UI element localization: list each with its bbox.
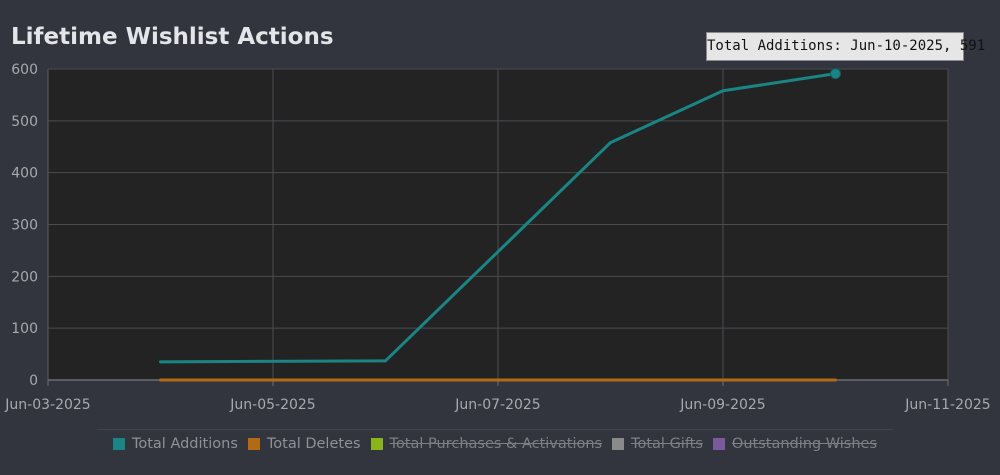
legend-swatch bbox=[712, 438, 725, 450]
legend-swatch bbox=[612, 438, 625, 450]
y-tick-label: 400 bbox=[11, 166, 38, 182]
x-tick-label: Jun-05-2025 bbox=[229, 397, 315, 413]
legend-label: Total Deletes bbox=[266, 436, 361, 452]
legend-item[interactable]: Total Additions bbox=[112, 436, 238, 452]
chart-legend: Total Additions Total Deletes Total Purcha… bbox=[97, 429, 893, 458]
y-tick-label: 600 bbox=[11, 62, 38, 78]
line-chart: 0 100 200 300 400 500 600 Jun-03-2025 Jun-05-20… bbox=[4, 62, 991, 413]
y-tick-label: 200 bbox=[11, 269, 38, 285]
y-tick-label: 300 bbox=[11, 218, 38, 234]
legend-item[interactable]: Outstanding Wishes bbox=[712, 436, 878, 452]
y-tick-label: 500 bbox=[11, 114, 38, 130]
legend-label: Outstanding Wishes bbox=[731, 436, 878, 452]
x-tick-label: Jun-09-2025 bbox=[679, 397, 765, 413]
x-axis: Jun-03-2025 Jun-05-2025 Jun-07-2025 Jun-09-… bbox=[4, 379, 991, 413]
legend-swatch bbox=[112, 438, 125, 450]
highlighted-data-point[interactable] bbox=[830, 68, 841, 80]
legend-swatch bbox=[247, 438, 260, 450]
x-tick-label: Jun-07-2025 bbox=[454, 397, 540, 413]
legend-label: Total Additions bbox=[131, 436, 238, 452]
x-tick-label: Jun-03-2025 bbox=[4, 397, 90, 413]
legend-label: Total Purchases & Activations bbox=[389, 436, 603, 452]
legend-label: Total Gifts bbox=[631, 436, 703, 452]
legend-item[interactable]: Total Deletes bbox=[247, 436, 361, 452]
legend-item[interactable]: Total Purchases & Activations bbox=[370, 436, 603, 452]
y-tick-label: 100 bbox=[11, 321, 38, 337]
y-axis: 0 100 200 300 400 500 600 bbox=[11, 62, 49, 389]
data-point-tooltip: Total Additions: Jun-10-2025, 591 bbox=[706, 32, 985, 61]
x-tick-label: Jun-11-2025 bbox=[904, 397, 990, 413]
chart-widget: Lifetime Wishlist Actions 0 100 200 300 400 5… bbox=[0, 0, 1000, 475]
legend-swatch bbox=[370, 438, 383, 450]
y-tick-label: 0 bbox=[29, 373, 38, 389]
legend-item[interactable]: Total Gifts bbox=[612, 436, 703, 452]
